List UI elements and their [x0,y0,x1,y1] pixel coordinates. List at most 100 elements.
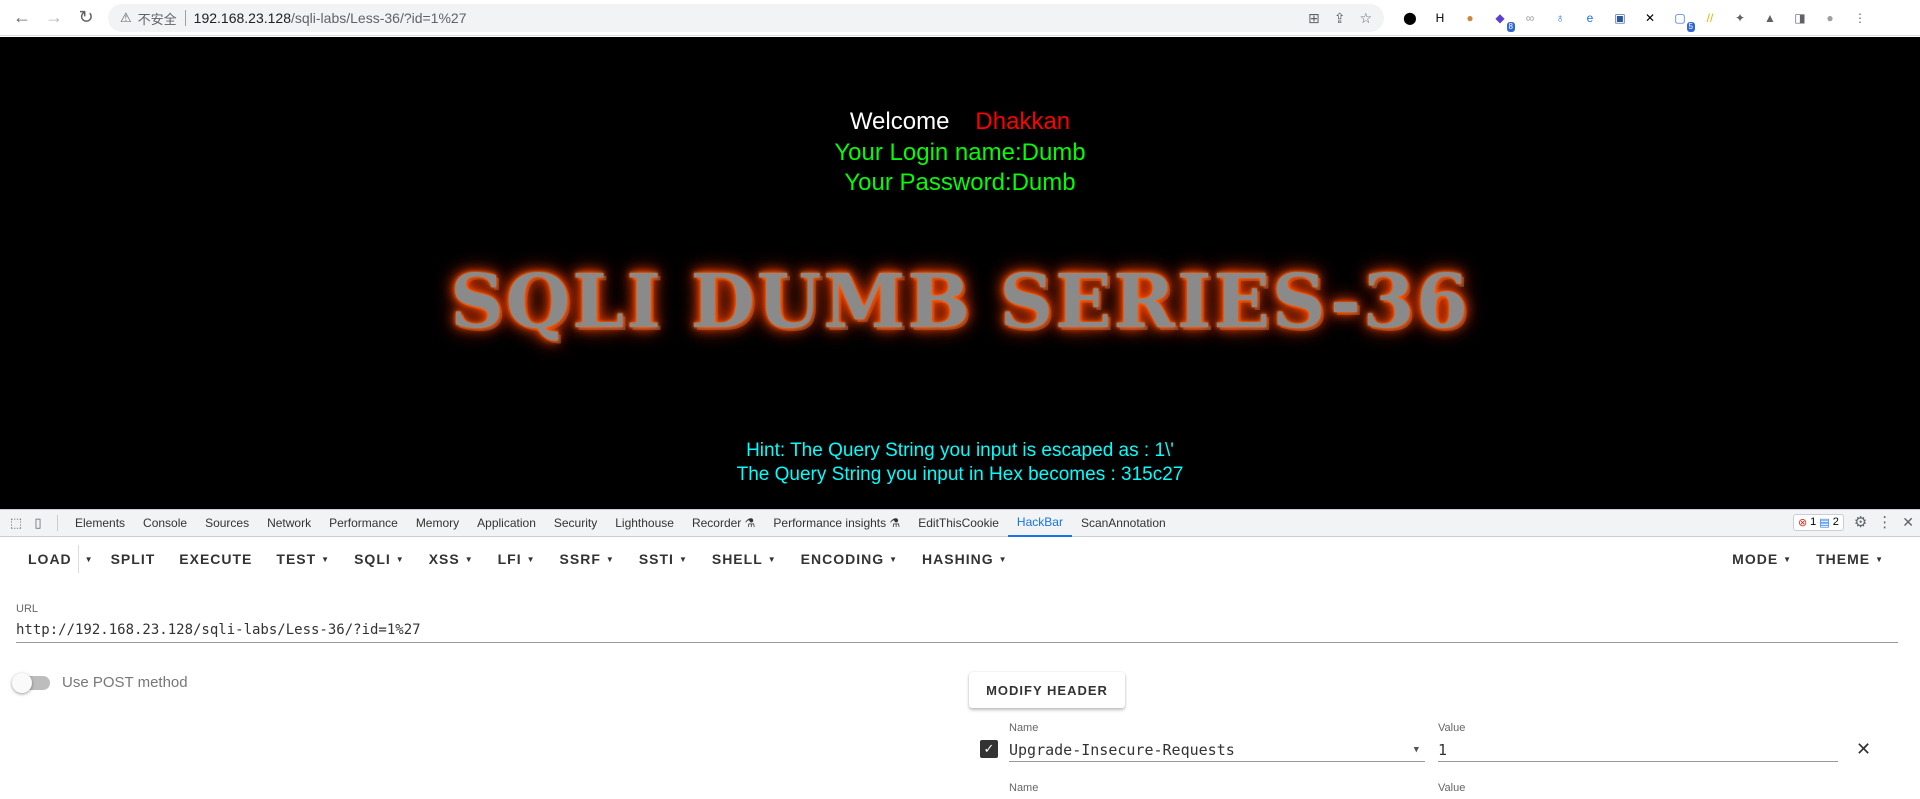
back-arrow-icon[interactable]: ← [6,2,38,34]
console-counts[interactable]: ⊗ 1 ▤ 2 [1792,513,1844,531]
error-count: 1 [1810,516,1817,528]
lfi-menu-button[interactable]: LFI ▼ [486,543,548,575]
hint-text: Hint: The Query String you input is esca… [746,440,1174,461]
execute-button[interactable]: EXECUTE [167,543,264,575]
toggle-track[interactable] [12,672,50,693]
mode-menu-button[interactable]: MODE ▼ [1720,543,1804,575]
caret-down-icon: ▼ [767,554,777,564]
tab-editthiscookie[interactable]: EditThisCookie [909,510,1008,537]
test-menu-button[interactable]: TEST ▼ [264,543,342,575]
tab-sources[interactable]: Sources [196,510,258,537]
stack-icon[interactable]: ◆ 8 [1490,8,1515,32]
load-dropdown-icon[interactable]: ▼ [77,545,99,573]
extension-badge: 5 [1686,22,1695,32]
h-icon[interactable]: H [1430,8,1450,28]
remove-header-icon[interactable]: ✕ [1856,739,1871,760]
device-toggle-icon[interactable]: ▯ [27,512,49,534]
error-icon: ⊗ [1797,516,1808,529]
series-title-image: SQLI DUMB SERIES-36 [450,259,1470,345]
load-button[interactable]: LOAD [16,543,78,575]
share-icon[interactable]: ⇪ [1334,10,1346,27]
header-value-label: Value [1438,722,1466,734]
tab-security[interactable]: Security [545,510,606,537]
scan-icon[interactable]: ▢ 5 [1670,8,1695,32]
hashing-menu-button[interactable]: HASHING ▼ [910,543,1019,575]
modify-header-button[interactable]: MODIFY HEADER [969,672,1125,708]
tab-scanannotation[interactable]: ScanAnnotation [1072,510,1175,537]
tab-recorder[interactable]: Recorder ⚗ [683,510,764,537]
theme-menu-button[interactable]: THEME ▼ [1804,543,1896,575]
circle-icon[interactable]: ⬤ [1400,8,1420,28]
split-button[interactable]: SPLIT [99,543,168,575]
post-method-label: Use POST method [62,674,188,691]
link-icon[interactable]: ∞ [1520,8,1540,28]
hex-text: The Query String you input in Hex become… [736,464,1184,485]
toggle-thumb[interactable] [12,672,32,693]
devtools-panel: ⬚ ▯ Elements Console Sources Network Perform… [0,509,1920,799]
devtools-menu-icon[interactable]: ⋮ [1877,513,1892,531]
address-bar[interactable]: ⚠ 不安全 192.168.23.128/sqli-labs/Less-36/?… [108,4,1384,32]
tab-performance[interactable]: Performance [320,510,407,537]
slash-icon[interactable]: // [1700,8,1720,28]
shell-menu-button[interactable]: SHELL ▼ [700,543,789,575]
forward-arrow-icon[interactable]: → [38,2,70,34]
caret-down-icon: ▼ [678,554,688,564]
encoding-menu-button[interactable]: ENCODING ▼ [789,543,910,575]
caret-down-icon: ▼ [1783,554,1793,564]
xss-menu-button[interactable]: XSS ▼ [417,543,486,575]
x-icon[interactable]: ✕ [1640,8,1660,28]
welcome-text: Welcome [849,108,950,135]
translate-icon[interactable]: ⊞ [1308,10,1320,27]
extensions-bar: ⬤ H ● ◆ 8 ∞ ♁ e ▣ ✕ ▢ 5// ✦ ▲ ◨ ● ⋮ [1400,6,1870,32]
header-name-input[interactable]: Upgrade-Insecure-Requests ▼ [1009,738,1425,762]
header-name-label: Name [1009,722,1039,734]
header-value-input[interactable]: 1 [1438,738,1838,762]
hackbar-menus: TEST ▼ SQLI ▼ XSS ▼ LFI ▼ SSRF ▼ SSTI ▼ SHELL ▼ ENCODI… [264,543,1019,575]
pin-icon[interactable]: ♁ [1550,8,1570,28]
omnibox-divider [184,10,186,26]
w-icon[interactable]: ▣ [1610,8,1630,28]
url-host: 192.168.23.128 [193,10,291,26]
tab-console[interactable]: Console [134,510,196,537]
sqli-menu-button[interactable]: SQLI ▼ [342,543,417,575]
web-page: Welcome Dhakkan Your Login name:Dumb Your… [0,37,1920,509]
ssrf-menu-button[interactable]: SSRF ▼ [548,543,627,575]
profile-icon[interactable]: ● [1820,8,1840,28]
flask-icon[interactable]: ▲ [1760,8,1780,28]
caret-down-icon: ▼ [395,554,405,564]
kebab-menu-icon[interactable]: ⋮ [1850,8,1870,28]
header-name-label: Name [1009,782,1039,794]
tab-lighthouse[interactable]: Lighthouse [606,510,683,537]
message-icon: ▤ [1819,516,1830,529]
bookmark-star-icon[interactable]: ☆ [1359,10,1372,27]
caret-down-icon: ▼ [1875,554,1884,564]
devtools-tabs: Elements Console Sources Network Performance… [66,510,1175,537]
inspect-element-icon[interactable]: ⬚ [5,512,27,534]
caret-down-icon: ▼ [464,554,474,564]
ssti-menu-button[interactable]: SSTI ▼ [627,543,700,575]
warning-icon: ⚠ [120,10,132,25]
cookie-icon[interactable]: ● [1460,8,1480,28]
url-input[interactable]: http://192.168.23.128/sqli-labs/Less-36/… [16,619,1898,643]
post-method-toggle[interactable]: Use POST method [12,672,188,693]
password-text: Your Password:Dumb [844,169,1076,196]
settings-gear-icon[interactable]: ⚙ [1854,513,1867,531]
tab-performance-insights[interactable]: Performance insights ⚗ [764,510,909,537]
reload-icon[interactable]: ↻ [70,2,102,34]
tab-hackbar[interactable]: HackBar [1007,510,1072,537]
e-icon[interactable]: e [1580,8,1600,28]
url-label: URL [16,603,39,615]
dropdown-arrow-icon[interactable]: ▼ [1414,738,1419,762]
header-name-text: Upgrade-Insecure-Requests [1009,741,1235,759]
sidebar-icon[interactable]: ◨ [1790,8,1810,28]
tab-memory[interactable]: Memory [407,510,468,537]
tab-application[interactable]: Application [468,510,545,537]
header-enabled-checkbox[interactable]: ✓ [980,740,998,758]
caret-down-icon: ▼ [889,554,899,564]
tab-network[interactable]: Network [258,510,320,537]
close-devtools-icon[interactable]: ✕ [1902,514,1914,531]
browser-toolbar: ← → ↻ ⚠ 不安全 192.168.23.128/sqli-labs/Les… [0,0,1920,36]
tab-elements[interactable]: Elements [66,510,134,537]
login-name-text: Your Login name:Dumb [834,139,1086,166]
puzzle-icon[interactable]: ✦ [1730,8,1750,28]
